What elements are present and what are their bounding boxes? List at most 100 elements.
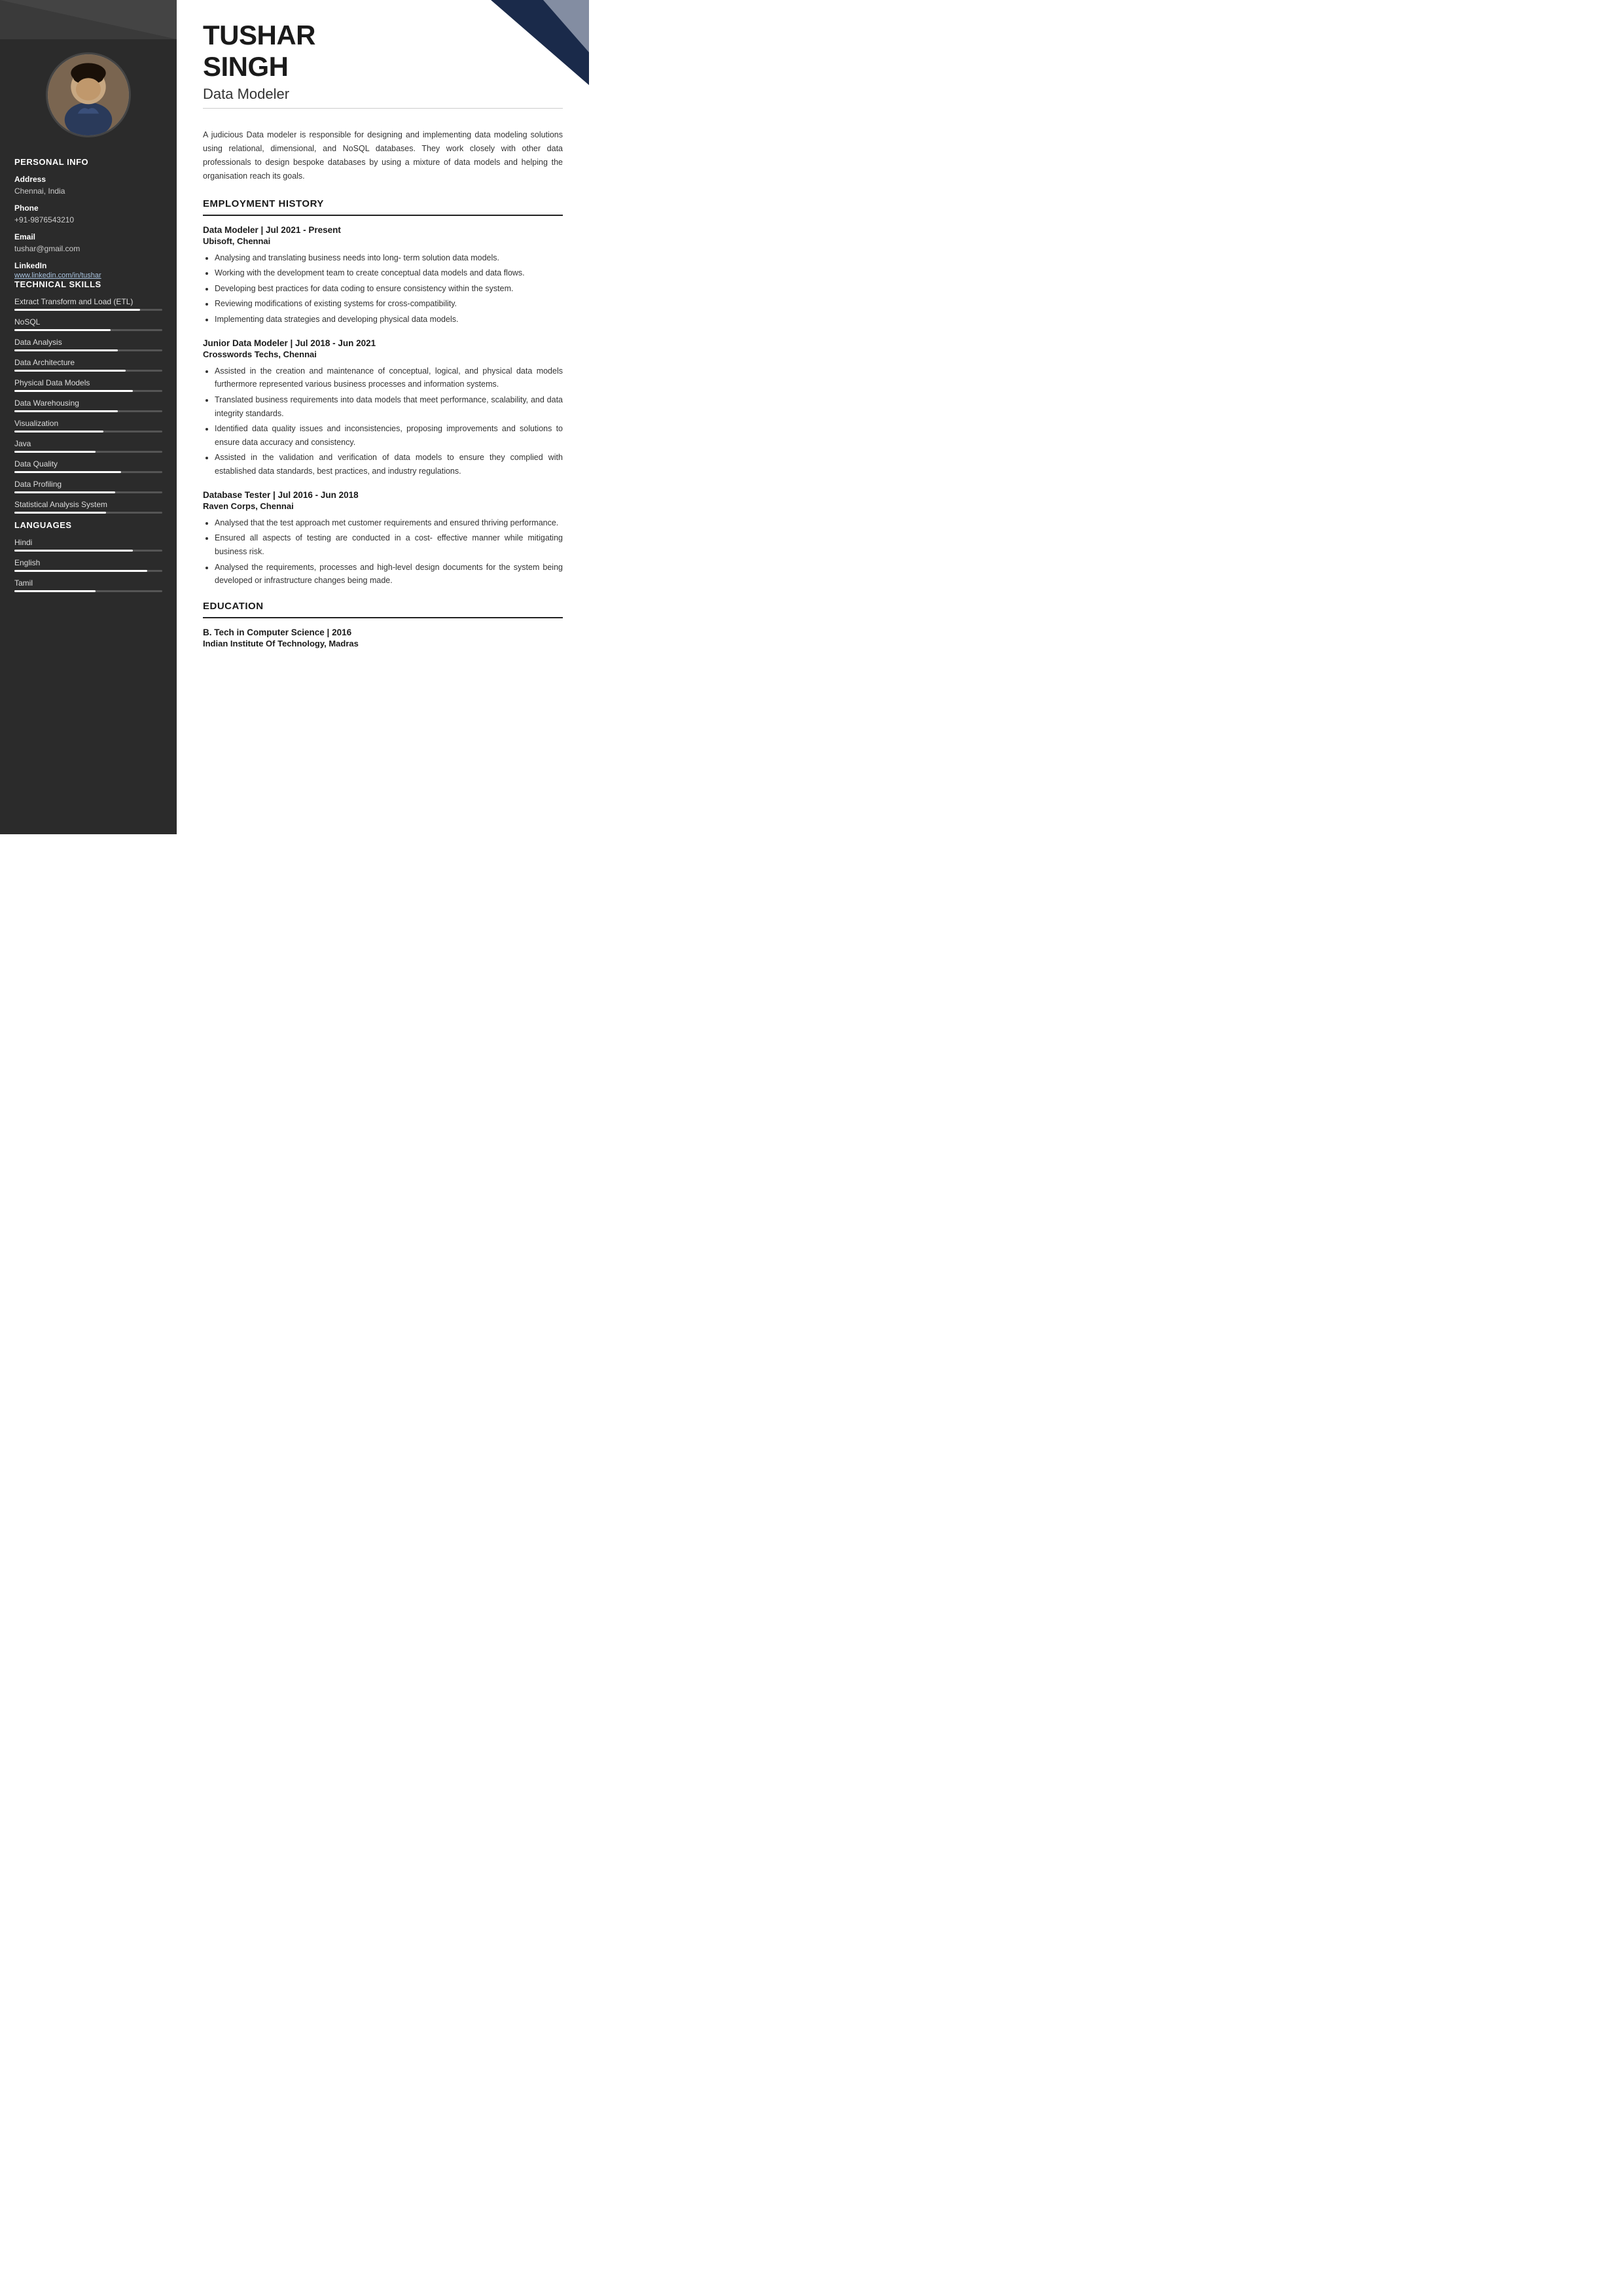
skill-bar-fill — [14, 512, 106, 514]
main-content: TUSHAR SINGH Data Modeler A judicious Da… — [177, 0, 589, 834]
skill-item: Data Architecture — [14, 358, 162, 372]
job-bullet: Working with the development team to cre… — [215, 266, 563, 280]
skill-bar-fill — [14, 309, 140, 311]
languages-list: Hindi English Tamil — [14, 538, 162, 592]
edu-degree: B. Tech in Computer Science | 2016 — [203, 627, 563, 637]
skill-name: Java — [14, 439, 162, 448]
address-value: Chennai, India — [14, 185, 162, 197]
job-bullets-list: Analysing and translating business needs… — [203, 251, 563, 327]
avatar-container — [0, 39, 177, 144]
skill-item: Data Profiling — [14, 480, 162, 493]
skill-name: Data Architecture — [14, 358, 162, 367]
sidebar-top-decoration — [0, 0, 177, 39]
skill-name: Visualization — [14, 419, 162, 428]
employment-section: EMPLOYMENT HISTORY Data Modeler | Jul 20… — [203, 198, 563, 588]
skills-title: TECHNICAL SKILLS — [14, 279, 162, 289]
language-bar-fill — [14, 590, 96, 592]
skill-bar-fill — [14, 370, 126, 372]
education-divider — [203, 617, 563, 618]
language-bar-fill — [14, 570, 147, 572]
skill-name: NoSQL — [14, 317, 162, 327]
sidebar-top-graphic — [0, 0, 177, 39]
skill-bar-fill — [14, 329, 111, 331]
employment-section-title: EMPLOYMENT HISTORY — [203, 198, 563, 209]
skill-bar-bg — [14, 410, 162, 412]
language-name: English — [14, 558, 162, 567]
job-bullet: Assisted in the creation and maintenance… — [215, 364, 563, 391]
jobs-list: Data Modeler | Jul 2021 - Present Ubisof… — [203, 225, 563, 588]
skill-item: Extract Transform and Load (ETL) — [14, 297, 162, 311]
employment-divider — [203, 215, 563, 216]
skill-bar-fill — [14, 390, 133, 392]
phone-label: Phone — [14, 203, 162, 213]
email-value: tushar@gmail.com — [14, 243, 162, 255]
skill-item: Visualization — [14, 419, 162, 433]
skill-bar-bg — [14, 390, 162, 392]
job-bullets-list: Analysed that the test approach met cust… — [203, 516, 563, 588]
job-bullet: Analysed that the test approach met cust… — [215, 516, 563, 530]
skills-section: TECHNICAL SKILLS Extract Transform and L… — [14, 279, 162, 514]
job-bullet: Analysed the requirements, processes and… — [215, 561, 563, 588]
language-item: Tamil — [14, 578, 162, 592]
language-name: Tamil — [14, 578, 162, 588]
language-bar-bg — [14, 590, 162, 592]
edu-institution: Indian Institute Of Technology, Madras — [203, 639, 563, 648]
language-item: Hindi — [14, 538, 162, 552]
job-entry: Junior Data Modeler | Jul 2018 - Jun 202… — [203, 338, 563, 478]
skill-bar-fill — [14, 349, 118, 351]
skill-bar-fill — [14, 451, 96, 453]
job-bullet: Ensured all aspects of testing are condu… — [215, 531, 563, 558]
job-title: Database Tester | Jul 2016 - Jun 2018 — [203, 490, 563, 500]
job-company: Raven Corps, Chennai — [203, 501, 563, 511]
job-company: Crosswords Techs, Chennai — [203, 349, 563, 359]
language-name: Hindi — [14, 538, 162, 547]
personal-info-title: PERSONAL INFO — [14, 157, 162, 167]
avatar — [46, 52, 131, 137]
header-divider — [203, 108, 563, 109]
job-title: Data Modeler | Jul 2021 - Present — [203, 225, 563, 235]
languages-section: LANGUAGES Hindi English Tamil — [14, 520, 162, 592]
header-job-title: Data Modeler — [203, 86, 563, 103]
skill-bar-bg — [14, 370, 162, 372]
education-list: B. Tech in Computer Science | 2016 India… — [203, 627, 563, 648]
personal-info-section: PERSONAL INFO Address Chennai, India Pho… — [14, 157, 162, 279]
skill-name: Physical Data Models — [14, 378, 162, 387]
job-company: Ubisoft, Chennai — [203, 236, 563, 246]
skill-bar-bg — [14, 309, 162, 311]
skill-name: Extract Transform and Load (ETL) — [14, 297, 162, 306]
skills-list: Extract Transform and Load (ETL) NoSQL D… — [14, 297, 162, 514]
skill-bar-bg — [14, 431, 162, 433]
skill-name: Data Warehousing — [14, 398, 162, 408]
skill-bar-bg — [14, 491, 162, 493]
linkedin-value[interactable]: www.linkedin.com/in/tushar — [14, 272, 162, 279]
language-bar-fill — [14, 550, 133, 552]
language-bar-bg — [14, 550, 162, 552]
job-bullet: Implementing data strategies and develop… — [215, 313, 563, 327]
phone-value: +91-9876543210 — [14, 214, 162, 226]
job-bullet: Identified data quality issues and incon… — [215, 422, 563, 449]
skill-item: Physical Data Models — [14, 378, 162, 392]
skill-bar-bg — [14, 471, 162, 473]
skill-name: Statistical Analysis System — [14, 500, 162, 509]
header-area: TUSHAR SINGH Data Modeler — [177, 0, 589, 118]
avatar-image — [48, 54, 129, 135]
skill-item: Data Warehousing — [14, 398, 162, 412]
skill-bar-bg — [14, 349, 162, 351]
skill-item: Data Analysis — [14, 338, 162, 351]
languages-title: LANGUAGES — [14, 520, 162, 530]
job-bullet: Translated business requirements into da… — [215, 393, 563, 420]
skill-name: Data Quality — [14, 459, 162, 468]
main-body: A judicious Data modeler is responsible … — [177, 118, 589, 834]
address-label: Address — [14, 175, 162, 184]
job-entry: Database Tester | Jul 2016 - Jun 2018 Ra… — [203, 490, 563, 588]
skill-item: Statistical Analysis System — [14, 500, 162, 514]
summary-text: A judicious Data modeler is responsible … — [203, 128, 563, 184]
skill-bar-fill — [14, 410, 118, 412]
linkedin-label: LinkedIn — [14, 261, 162, 270]
job-bullet: Reviewing modifications of existing syst… — [215, 297, 563, 311]
job-bullets-list: Assisted in the creation and maintenance… — [203, 364, 563, 478]
header-decoration — [458, 0, 589, 85]
job-bullet: Analysing and translating business needs… — [215, 251, 563, 265]
language-bar-bg — [14, 570, 162, 572]
job-bullet: Assisted in the validation and verificat… — [215, 451, 563, 478]
